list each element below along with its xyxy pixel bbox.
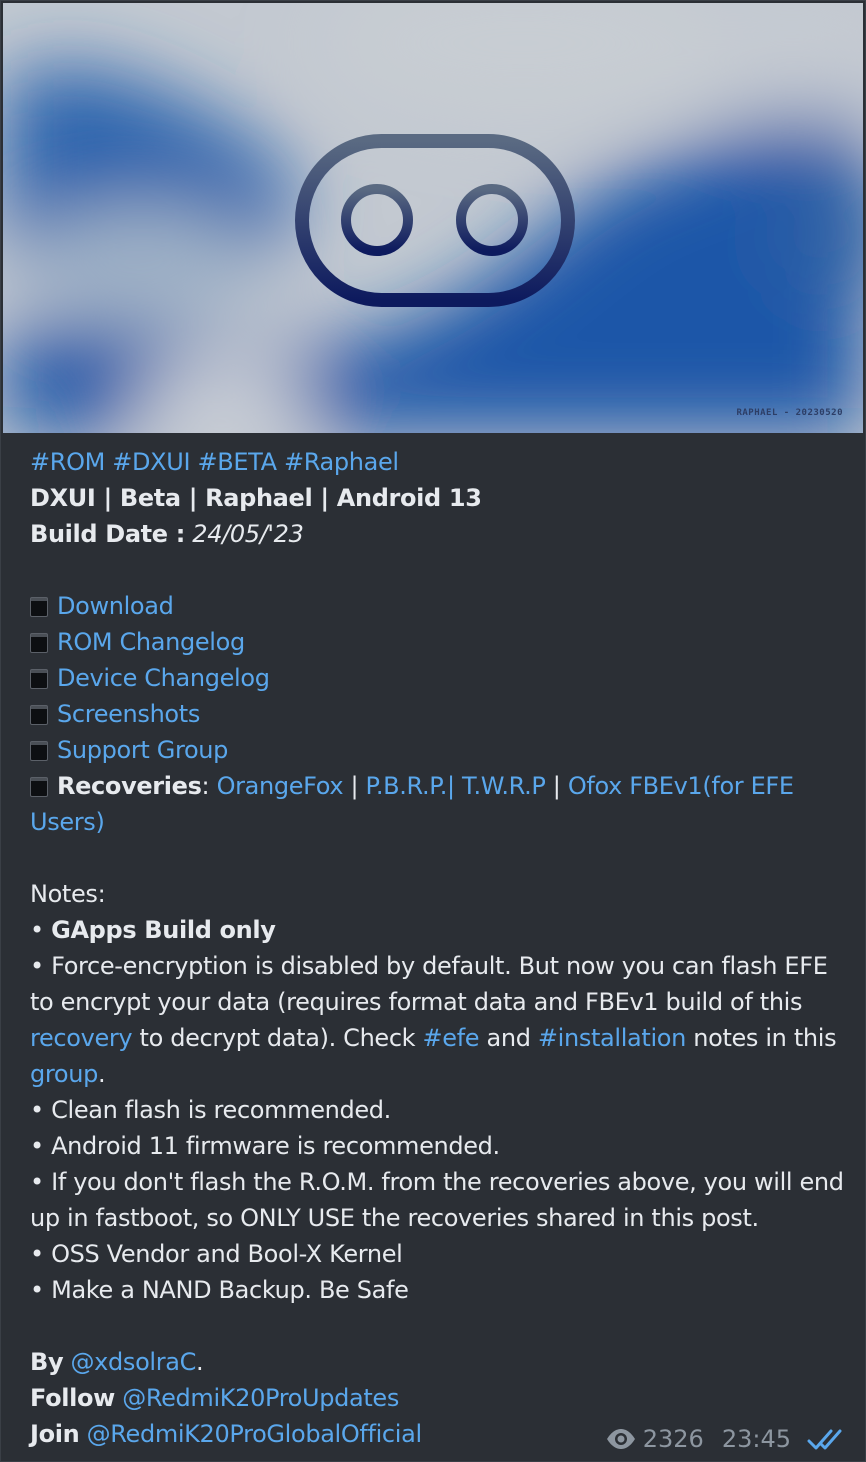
by-dot: .: [196, 1348, 204, 1376]
bullet: •: [30, 916, 44, 944]
note-efe-dot: .: [97, 1060, 106, 1088]
orangefox-link[interactable]: OrangeFox: [217, 772, 344, 800]
black-square-icon: [30, 633, 48, 653]
note-efe-text-3: notes in this: [693, 1024, 837, 1052]
note-efe-text: Force-encryption is disabled by default.…: [30, 952, 828, 1016]
hashtag-dxui[interactable]: #DXUI: [112, 448, 190, 476]
note-efe-text-2: to decrypt data). Check: [139, 1024, 416, 1052]
hashtag-installation[interactable]: #installation: [538, 1024, 686, 1052]
note-gapps: • GApps Build only: [30, 912, 845, 948]
post-title: DXUI | Beta | Raphael | Android 13: [30, 484, 482, 512]
hashtag-efe[interactable]: #efe: [423, 1024, 480, 1052]
note-nand: • Make a NAND Backup. Be Safe: [30, 1272, 845, 1308]
list-item-screenshots: Screenshots: [30, 696, 845, 732]
by-user-link[interactable]: @xdsolraC: [71, 1348, 197, 1376]
black-square-icon: [30, 777, 48, 797]
follow-label: Follow: [30, 1384, 115, 1412]
device-changelog-link[interactable]: Device Changelog: [57, 664, 270, 692]
build-date-value: 24/05/'23: [192, 520, 304, 548]
build-date-label: Build Date :: [30, 520, 185, 548]
recovery-link[interactable]: recovery: [30, 1024, 133, 1052]
message-text: #ROM #DXUI #BETA #Raphael DXUI | Beta | …: [30, 444, 845, 1452]
bullet: •: [30, 1276, 44, 1304]
notes-label: Notes:: [30, 880, 106, 908]
black-square-icon: [30, 597, 48, 617]
hashtag-line: #ROM #DXUI #BETA #Raphael: [30, 444, 845, 480]
group-link[interactable]: group: [30, 1060, 98, 1088]
list-item-download: Download: [30, 588, 845, 624]
support-group-link[interactable]: Support Group: [57, 736, 228, 764]
message-card: RAPHAEL - 20230520 #ROM #DXUI #BETA #Rap…: [0, 0, 866, 1462]
screenshots-link[interactable]: Screenshots: [57, 700, 200, 728]
credit-follow: Follow @RedmiK20ProUpdates: [30, 1380, 845, 1416]
note-efe: • Force-encryption is disabled by defaul…: [30, 948, 845, 1092]
black-square-icon: [30, 705, 48, 725]
eye-icon: [606, 1429, 635, 1449]
note-efe-and: and: [486, 1024, 531, 1052]
note-oss-text: OSS Vendor and Bool-X Kernel: [51, 1240, 403, 1268]
recoveries-colon: :: [201, 772, 210, 800]
message-meta: 2326 23:45: [605, 1423, 845, 1455]
build-date-line: Build Date : 24/05/'23: [30, 516, 845, 552]
credit-by: By @xdsolraC.: [30, 1344, 845, 1380]
banner-image[interactable]: RAPHAEL - 20230520: [3, 3, 863, 433]
join-group-link[interactable]: @RedmiK20ProGlobalOfficial: [87, 1420, 423, 1448]
join-label: Join: [30, 1420, 80, 1448]
note-fastboot-text: If you don't flash the R.O.M. from the r…: [30, 1168, 844, 1232]
note-nand-text: Make a NAND Backup. Be Safe: [51, 1276, 409, 1304]
note-fastboot: • If you don't flash the R.O.M. from the…: [30, 1164, 845, 1236]
note-gapps-text: GApps Build only: [51, 916, 276, 944]
list-item-device-changelog: Device Changelog: [30, 660, 845, 696]
note-clean-flash-text: Clean flash is recommended.: [51, 1096, 391, 1124]
bullet: •: [30, 952, 44, 980]
note-firmware: • Android 11 firmware is recommended.: [30, 1128, 845, 1164]
bullet: •: [30, 1096, 44, 1124]
hashtag-beta[interactable]: #BETA: [197, 448, 277, 476]
list-item-recoveries: Recoveries: OrangeFox | P.B.R.P.| T.W.R.…: [30, 768, 845, 840]
message-time: 23:45: [721, 1425, 791, 1453]
black-square-icon: [30, 669, 48, 689]
list-item-rom-changelog: ROM Changelog: [30, 624, 845, 660]
black-square-icon: [30, 741, 48, 761]
double-check-icon: [807, 1429, 842, 1450]
bullet: •: [30, 1132, 44, 1160]
hashtag-rom[interactable]: #ROM: [30, 448, 105, 476]
pbrp-twrp-link[interactable]: P.B.R.P.| T.W.R.P: [366, 772, 546, 800]
download-link[interactable]: Download: [57, 592, 174, 620]
list-item-support-group: Support Group: [30, 732, 845, 768]
banner-tag: RAPHAEL - 20230520: [736, 408, 843, 418]
note-oss: • OSS Vendor and Bool-X Kernel: [30, 1236, 845, 1272]
recoveries-label: Recoveries: [57, 772, 202, 800]
view-count: 2326: [642, 1425, 704, 1453]
separator: |: [552, 772, 561, 800]
bullet: •: [30, 1240, 44, 1268]
banner-artwork: [3, 3, 863, 433]
rom-changelog-link[interactable]: ROM Changelog: [57, 628, 245, 656]
note-clean-flash: • Clean flash is recommended.: [30, 1092, 845, 1128]
note-firmware-text: Android 11 firmware is recommended.: [51, 1132, 500, 1160]
separator: |: [350, 772, 359, 800]
by-label: By: [30, 1348, 64, 1376]
hashtag-raphael[interactable]: #Raphael: [284, 448, 399, 476]
bullet: •: [30, 1168, 44, 1196]
follow-channel-link[interactable]: @RedmiK20ProUpdates: [122, 1384, 399, 1412]
